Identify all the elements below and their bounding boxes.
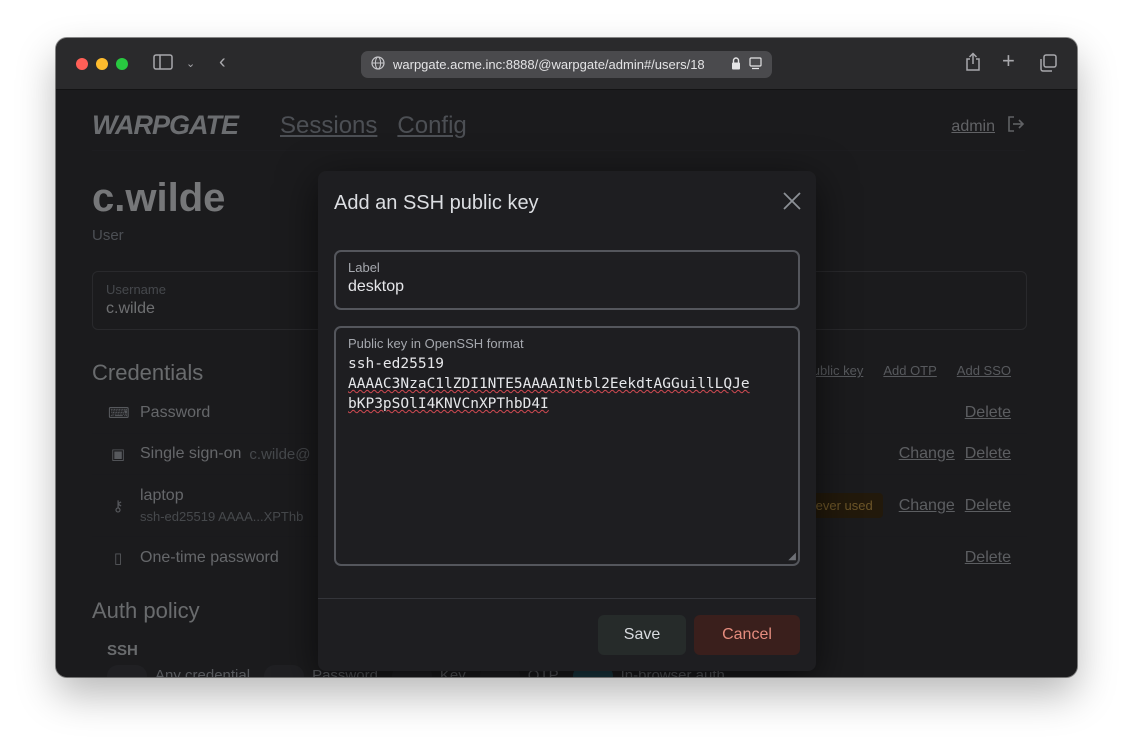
admin-link[interactable]: admin <box>951 118 995 136</box>
public-key-label: Public key in OpenSSH format <box>348 336 524 351</box>
reader-icon[interactable] <box>749 56 762 73</box>
change-sso-link[interactable]: Change <box>899 445 955 463</box>
ssh-label: SSH <box>107 642 138 659</box>
add-sso-link[interactable]: Add SSO <box>957 363 1011 378</box>
dialog-footer-divider <box>318 598 816 599</box>
page-title: c.wilde <box>92 176 226 220</box>
sidebar-toggle-icon[interactable] <box>153 54 173 76</box>
user-area: admin <box>951 116 1025 137</box>
new-tab-icon[interactable]: + <box>1002 50 1015 72</box>
delete-key-link[interactable]: Delete <box>965 497 1011 515</box>
label-field-value: desktop <box>348 278 405 295</box>
auth-policy-title: Auth policy <box>92 598 200 623</box>
globe-icon <box>371 56 385 73</box>
nav-config[interactable]: Config <box>397 112 466 140</box>
public-key-line: ssh-ed25519 <box>348 356 445 372</box>
phone-icon: ▯ <box>113 549 123 567</box>
delete-password-link[interactable]: Delete <box>965 404 1011 422</box>
toggle-any-credential[interactable]: Any credential <box>107 665 250 677</box>
add-otp-link[interactable]: Add OTP <box>883 363 936 378</box>
maximize-window-button[interactable] <box>116 58 128 70</box>
url-text: warpgate.acme.inc:8888/@warpgate/admin#/… <box>393 57 705 72</box>
nav-sessions[interactable]: Sessions <box>280 112 377 140</box>
key-icon: ⚷ <box>112 497 124 515</box>
url-bar[interactable]: warpgate.acme.inc:8888/@warpgate/admin#/… <box>361 51 772 78</box>
add-ssh-key-dialog: Add an SSH public key Label desktop Publ… <box>318 171 816 671</box>
label-field[interactable]: Label desktop <box>334 250 800 310</box>
public-key-line: bKP3pSOlI4KNVCnXPThbD4I <box>348 396 549 412</box>
browser-titlebar: ⌄ ‹ warpgate.acme.inc:8888/@warpgate/adm… <box>56 38 1077 90</box>
minimize-window-button[interactable] <box>96 58 108 70</box>
header-divider <box>92 150 1025 151</box>
resize-handle-icon[interactable]: ◢ <box>788 551 796 562</box>
dialog-title: Add an SSH public key <box>334 192 539 214</box>
logout-icon[interactable] <box>1007 116 1025 137</box>
back-icon[interactable]: ‹ <box>219 52 226 72</box>
public-key-textarea[interactable]: Public key in OpenSSH format ssh-ed25519… <box>334 326 800 566</box>
keyboard-icon: ⌨ <box>108 405 130 422</box>
close-window-button[interactable] <box>76 58 88 70</box>
warpgate-logo: WARPGATE <box>92 110 239 140</box>
delete-sso-link[interactable]: Delete <box>965 445 1011 463</box>
public-key-value: ssh-ed25519 AAAAC3NzaC1lZDI1NTE5AAAAINtb… <box>348 354 786 414</box>
change-key-link[interactable]: Change <box>899 497 955 515</box>
public-key-line: AAAAC3NzaC1lZDI1NTE5AAAAINtbl2EekdtAGGui… <box>348 376 750 392</box>
id-card-icon: ▣ <box>110 446 126 463</box>
delete-otp-link[interactable]: Delete <box>965 549 1011 567</box>
credentials-title: Credentials <box>92 360 204 385</box>
credential-label: Single sign-on <box>140 445 242 462</box>
save-button[interactable]: Save <box>598 615 686 655</box>
main-nav: Sessions Config <box>280 112 467 140</box>
lock-icon <box>731 56 741 73</box>
chevron-down-icon[interactable]: ⌄ <box>186 54 195 74</box>
user-role: User <box>92 227 124 244</box>
label-field-label: Label <box>348 260 380 275</box>
cancel-button[interactable]: Cancel <box>694 615 800 655</box>
tabs-overview-icon[interactable] <box>1039 54 1057 78</box>
app-content: WARPGATE Sessions Config admin c.wilde U… <box>56 90 1077 677</box>
close-icon[interactable] <box>782 189 802 215</box>
share-icon[interactable] <box>965 52 981 78</box>
browser-window: ⌄ ‹ warpgate.acme.inc:8888/@warpgate/adm… <box>56 38 1077 677</box>
